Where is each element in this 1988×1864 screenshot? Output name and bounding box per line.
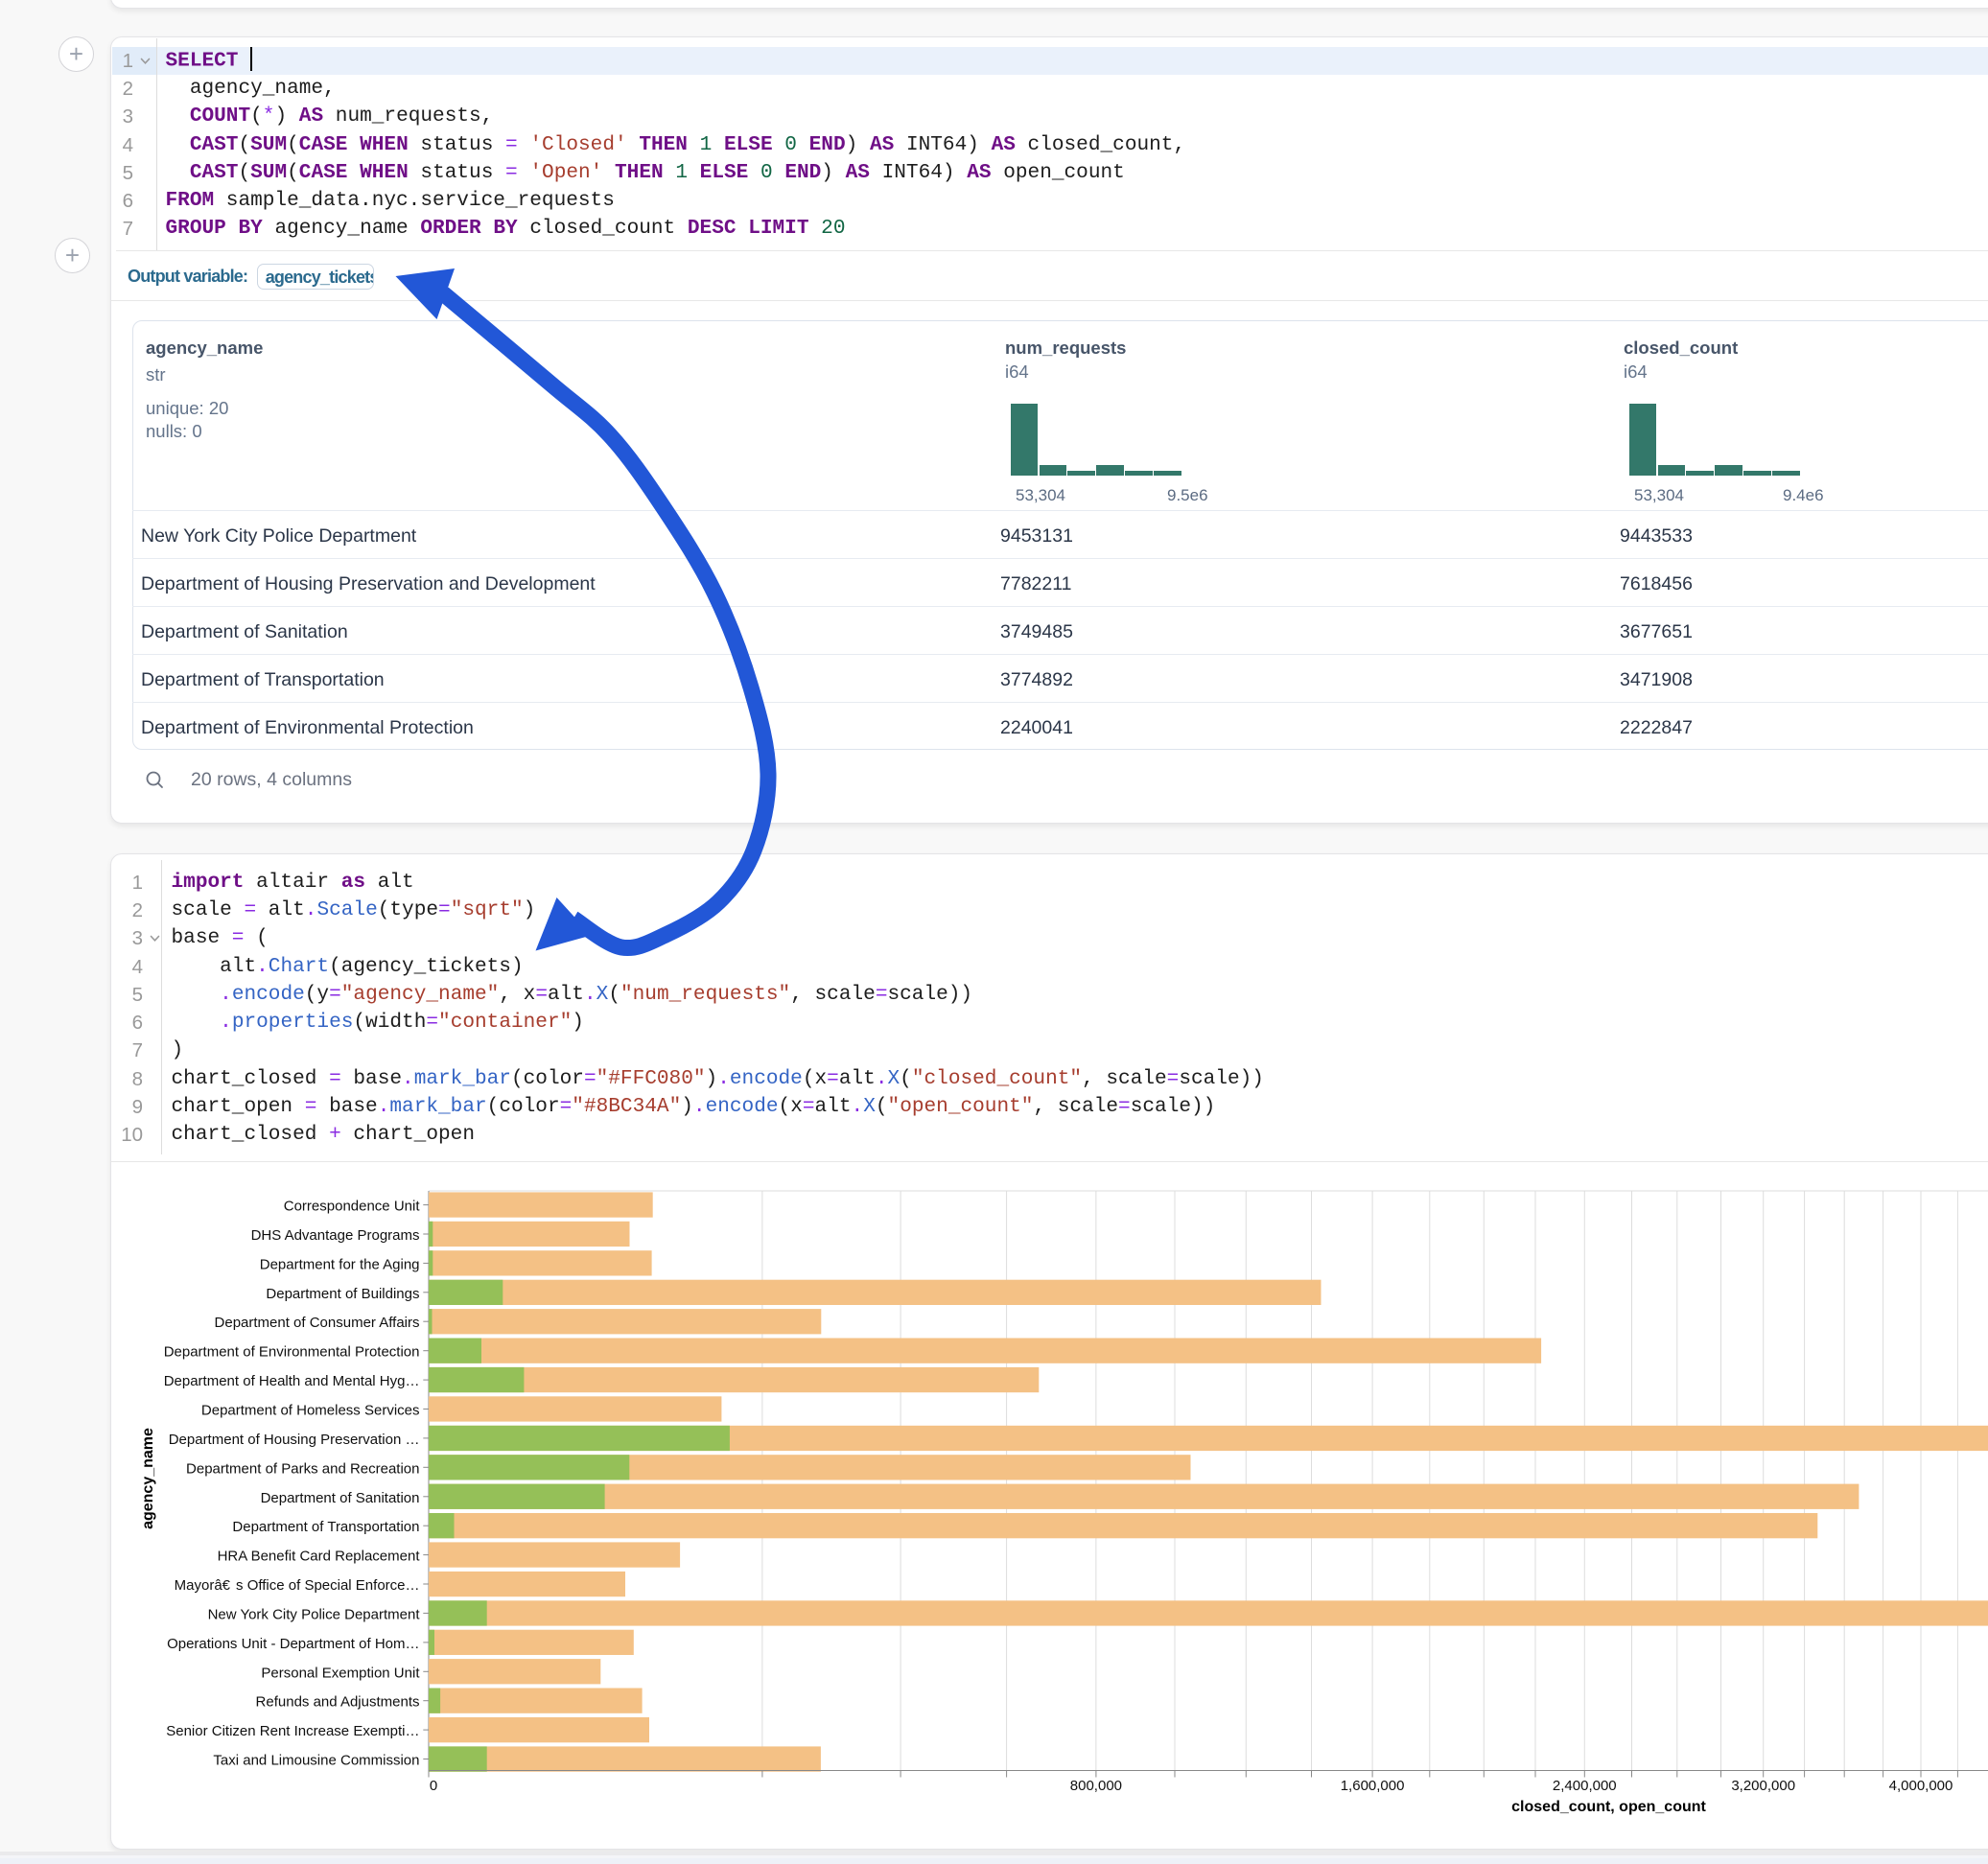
svg-text:Department of Health and Menta: Department of Health and Mental Hyg…	[164, 1373, 420, 1389]
svg-text:Department of Housing Preserva: Department of Housing Preservation …	[169, 1432, 420, 1448]
svg-text:New York City Police Departmen: New York City Police Department	[208, 1606, 421, 1622]
svg-text:Personal Exemption Unit: Personal Exemption Unit	[261, 1665, 420, 1681]
svg-text:Operations Unit - Department o: Operations Unit - Department of Hom…	[167, 1636, 419, 1652]
svg-text:Mayorâ€ s Office of Special E: Mayorâ€ s Office of Special Enforce…	[175, 1577, 420, 1594]
svg-text:Department of Consumer Affairs: Department of Consumer Affairs	[215, 1315, 420, 1331]
svg-text:Department of Transportation: Department of Transportation	[232, 1519, 419, 1535]
svg-text:Taxi and Limousine Commission: Taxi and Limousine Commission	[213, 1753, 419, 1769]
svg-text:1,600,000: 1,600,000	[1341, 1778, 1405, 1794]
svg-text:3,200,000: 3,200,000	[1731, 1778, 1795, 1794]
svg-text:Refunds and Adjustments: Refunds and Adjustments	[256, 1694, 420, 1711]
svg-text:Department of Environmental Pr: Department of Environmental Protection	[164, 1344, 420, 1361]
svg-text:Department of Homeless Service: Department of Homeless Services	[201, 1403, 420, 1419]
svg-text:HRA Benefit Card Replacement: HRA Benefit Card Replacement	[218, 1549, 421, 1565]
svg-text:Department of Sanitation: Department of Sanitation	[261, 1490, 420, 1506]
svg-text:Department of Parks and Recrea: Department of Parks and Recreation	[186, 1460, 419, 1477]
svg-text:closed_count, open_count: closed_count, open_count	[1511, 1799, 1706, 1815]
svg-text:800,000: 800,000	[1070, 1778, 1122, 1794]
svg-text:Correspondence Unit: Correspondence Unit	[284, 1199, 421, 1215]
svg-text:Department for the Aging: Department for the Aging	[260, 1256, 420, 1272]
svg-text:agency_name: agency_name	[140, 1428, 156, 1529]
svg-text:Department of Buildings: Department of Buildings	[266, 1286, 419, 1302]
svg-text:2,400,000: 2,400,000	[1553, 1778, 1617, 1794]
svg-text:4,000,000: 4,000,000	[1889, 1778, 1953, 1794]
svg-text:DHS Advantage Programs: DHS Advantage Programs	[251, 1227, 420, 1244]
svg-text:0: 0	[430, 1778, 437, 1794]
svg-text:Senior Citizen Rent Increase E: Senior Citizen Rent Increase Exempti…	[166, 1723, 419, 1739]
